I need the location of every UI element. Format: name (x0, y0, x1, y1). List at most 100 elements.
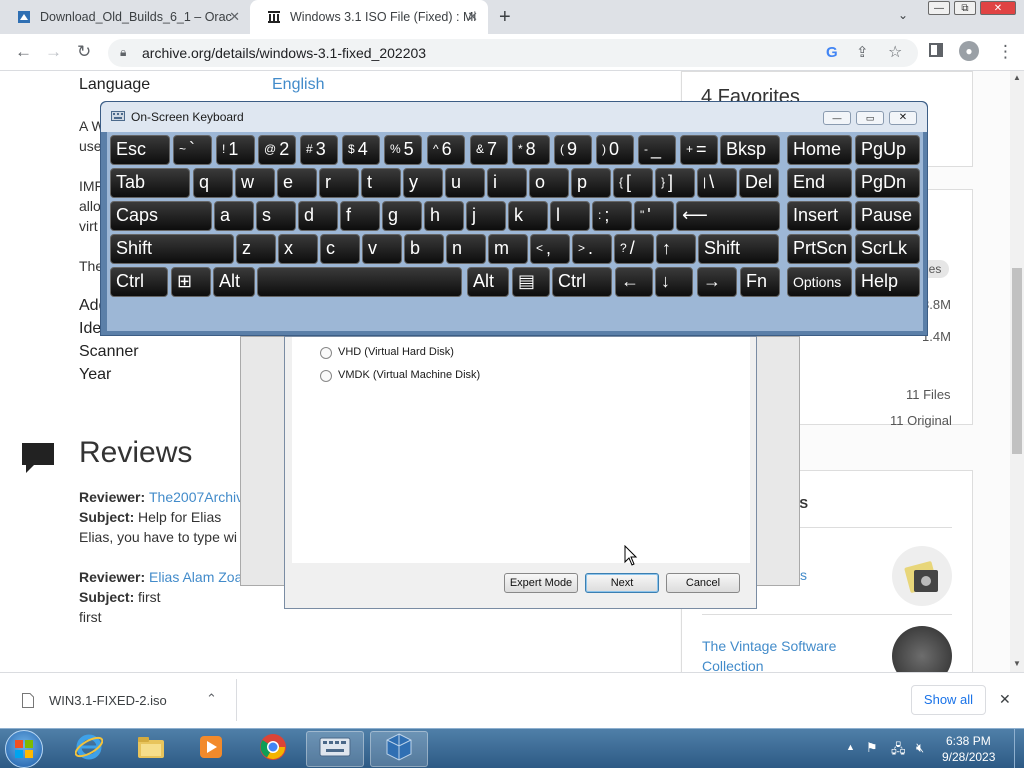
osk-key-6[interactable]: ^ 6 (427, 135, 465, 165)
osk-key-e[interactable]: e (277, 168, 317, 198)
taskbar-ie-button[interactable] (60, 731, 118, 767)
clock-time[interactable]: 6:38 PM (946, 734, 991, 748)
show-hidden-icons-icon[interactable]: ▲ (846, 742, 855, 752)
osk-key-insert[interactable]: Insert (787, 201, 852, 231)
taskbar-chrome-button[interactable] (244, 731, 302, 767)
osk-key-r[interactable]: r (319, 168, 359, 198)
osk-key-[interactable]: :; (592, 201, 632, 231)
new-tab-button[interactable]: + (499, 6, 511, 29)
window-close-button[interactable]: ✕ (980, 1, 1016, 15)
vhd-label[interactable]: VHD (Virtual Hard Disk) (338, 346, 454, 358)
osk-key-b[interactable]: b (404, 234, 444, 264)
download-filename[interactable]: WIN3.1-FIXED-2.iso (49, 693, 167, 708)
osk-key-prtscn[interactable]: PrtScn (787, 234, 852, 264)
osk-key-t[interactable]: t (361, 168, 401, 198)
window-restore-button[interactable]: ⧉ (954, 1, 976, 15)
osk-key-pause[interactable]: Pause (855, 201, 920, 231)
cancel-button[interactable]: Cancel (666, 573, 740, 593)
collection-link-fragment[interactable]: s (800, 567, 807, 583)
scroll-up-arrow-icon[interactable]: ▲ (1013, 73, 1021, 82)
scrollbar-thumb[interactable] (1012, 268, 1022, 454)
osk-key-shift[interactable]: Shift (110, 234, 234, 264)
downloads-close-icon[interactable]: ✕ (999, 691, 1011, 708)
floppy-disks-thumbnail-icon[interactable] (892, 546, 952, 606)
tab-search-chevron-icon[interactable]: ⌄ (898, 8, 908, 22)
osk-key-[interactable]: - _ (638, 135, 676, 165)
osk-key-pgup[interactable]: PgUp (855, 135, 920, 165)
osk-key-alt[interactable]: Alt (213, 267, 255, 297)
osk-key-1[interactable]: ! 1 (216, 135, 255, 165)
taskbar-media-player-button[interactable] (182, 731, 240, 767)
download-chevron-up-icon[interactable]: ⌃ (206, 691, 217, 707)
expert-mode-button[interactable]: Expert Mode (504, 573, 578, 593)
osk-key-[interactable]: {[ (613, 168, 653, 198)
reviewer-link[interactable]: The2007Archiv (149, 489, 243, 505)
clock-date[interactable]: 9/28/2023 (942, 750, 995, 764)
taskbar-osk-button[interactable] (306, 731, 364, 767)
osk-key-[interactable]: + = (680, 135, 718, 165)
osk-key-[interactable]: | \ (697, 168, 737, 198)
tab-close-icon[interactable]: ✕ (229, 9, 240, 25)
osk-key-9[interactable]: (9 (554, 135, 592, 165)
osk-key-tab[interactable]: Tab (110, 168, 190, 198)
osk-key-[interactable]: }] (655, 168, 695, 198)
osk-key-o[interactable]: o (529, 168, 569, 198)
osk-key-2[interactable]: @2 (258, 135, 296, 165)
osk-key-q[interactable]: q (193, 168, 233, 198)
osk-key-scrlk[interactable]: ScrLk (855, 234, 920, 264)
osk-key-space[interactable] (257, 267, 462, 297)
osk-key-8[interactable]: * 8 (512, 135, 550, 165)
osk-key-3[interactable]: #3 (300, 135, 338, 165)
osk-key-7[interactable]: & 7 (470, 135, 508, 165)
reviewer-link[interactable]: Elias Alam Zoa (149, 569, 242, 585)
osk-key-w[interactable]: w (235, 168, 275, 198)
osk-key-[interactable]: ↑ (656, 234, 696, 264)
osk-key-bksp[interactable]: Bksp (720, 135, 780, 165)
osk-key-[interactable]: ↓ (655, 267, 693, 297)
osk-key-j[interactable]: j (466, 201, 506, 231)
osk-key-[interactable]: ⊞ (171, 267, 211, 297)
osk-key-del[interactable]: Del (739, 168, 779, 198)
osk-key-[interactable]: ▤ (512, 267, 550, 297)
vhd-radio[interactable] (320, 347, 332, 359)
osk-key-h[interactable]: h (424, 201, 464, 231)
tab-close-icon[interactable]: ✕ (467, 9, 478, 25)
osk-key-ctrl[interactable]: Ctrl (552, 267, 612, 297)
osk-key-n[interactable]: n (446, 234, 486, 264)
action-center-flag-icon[interactable]: ⚑ (866, 740, 878, 756)
osk-key-y[interactable]: y (403, 168, 443, 198)
osk-key-d[interactable]: d (298, 201, 338, 231)
osk-key-s[interactable]: s (256, 201, 296, 231)
osk-key-f[interactable]: f (340, 201, 380, 231)
back-icon[interactable]: ← (15, 42, 32, 62)
osk-key-x[interactable]: x (278, 234, 318, 264)
osk-key-[interactable]: " ' (634, 201, 674, 231)
osk-key-shift[interactable]: Shift (698, 234, 779, 264)
osk-key-4[interactable]: $4 (342, 135, 380, 165)
language-value-link[interactable]: English (272, 76, 324, 94)
window-minimize-button[interactable]: — (928, 1, 950, 15)
osk-key-v[interactable]: v (362, 234, 402, 264)
start-button[interactable] (5, 730, 43, 768)
osk-key-u[interactable]: u (445, 168, 485, 198)
show-all-button[interactable]: Show all (911, 685, 986, 715)
osk-key-alt[interactable]: Alt (467, 267, 509, 297)
osk-key-caps[interactable]: Caps (110, 201, 212, 231)
osk-key-fn[interactable]: Fn (740, 267, 780, 297)
osk-key-options[interactable]: Options (787, 267, 852, 297)
osk-key-[interactable]: → (697, 267, 737, 297)
address-bar[interactable]: 🔒︎ archive.org/details/windows-3.1-fixed… (108, 39, 918, 67)
osk-key-l[interactable]: l (550, 201, 590, 231)
next-button[interactable]: Next (585, 573, 659, 593)
reload-icon[interactable]: ↻ (77, 42, 91, 62)
osk-key-0[interactable]: ) 0 (596, 135, 634, 165)
osk-key-[interactable]: ? / (614, 234, 654, 264)
vintage-software-thumbnail-icon[interactable] (892, 626, 952, 672)
osk-key-help[interactable]: Help (855, 267, 920, 297)
vmdk-radio[interactable] (320, 370, 332, 382)
osk-key-g[interactable]: g (382, 201, 422, 231)
osk-titlebar[interactable]: On-Screen Keyboard — ▭ ✕ (101, 102, 927, 132)
vmdk-label[interactable]: VMDK (Virtual Machine Disk) (338, 369, 480, 381)
network-icon[interactable]: 🖧︎ (891, 740, 906, 762)
osk-key-p[interactable]: p (571, 168, 611, 198)
